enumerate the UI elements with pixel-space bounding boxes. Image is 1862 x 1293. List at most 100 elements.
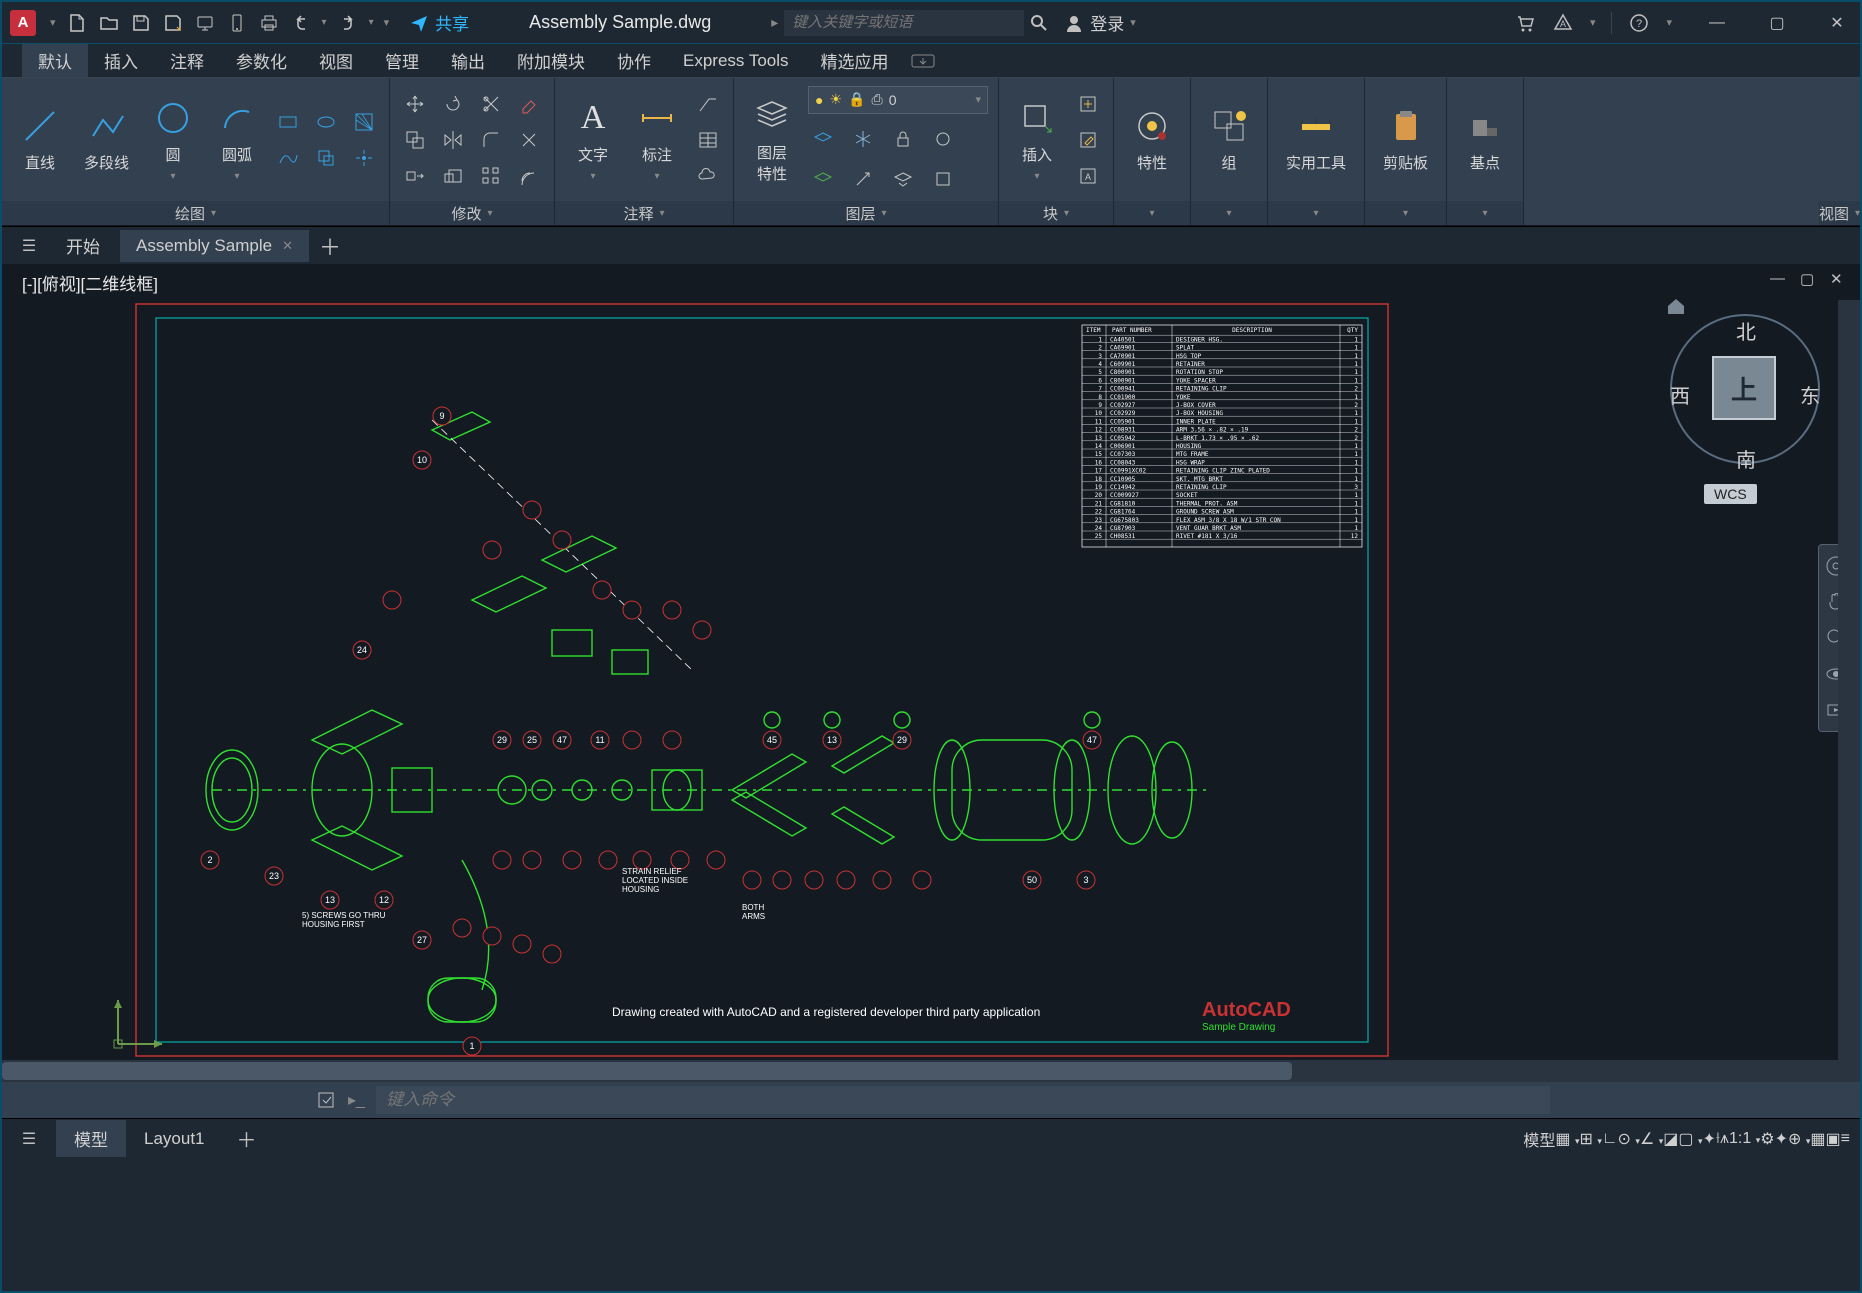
mobile-icon[interactable] — [226, 12, 248, 34]
search-icon[interactable] — [1024, 10, 1054, 36]
layer-prev-icon[interactable] — [888, 164, 918, 194]
point-icon[interactable] — [349, 143, 379, 173]
scale-icon[interactable] — [438, 161, 468, 191]
redo-icon[interactable] — [337, 12, 359, 34]
text-button[interactable]: A文字▾ — [565, 94, 621, 186]
login-button[interactable]: 登录 ▾ — [1064, 10, 1136, 35]
doc-tab-start[interactable]: 开始 — [50, 227, 116, 264]
layout-tab-layout1[interactable]: Layout1 — [126, 1123, 223, 1155]
command-customize-icon[interactable] — [312, 1086, 340, 1114]
undo-dropdown-icon[interactable]: ▾ — [322, 17, 327, 28]
layer-make-icon[interactable] — [808, 164, 838, 194]
drawing-area[interactable]: [-][俯视][二维线框] — ▢ ✕ — [2, 264, 1860, 1060]
customize-status-icon[interactable]: ≡ — [1841, 1130, 1850, 1148]
ribbon-tab-insert[interactable]: 插入 — [88, 44, 154, 77]
doc-tab-add-button[interactable]: ＋ — [313, 232, 347, 260]
snap-icon[interactable]: ⊞ ▾ — [1579, 1129, 1601, 1149]
arc-button[interactable]: 圆弧▾ — [209, 94, 265, 186]
wcs-label[interactable]: WCS — [1704, 484, 1757, 504]
ribbon-tab-default[interactable]: 默认 — [22, 44, 88, 77]
annoscale-icon[interactable]: 1:1 ▾ — [1729, 1130, 1760, 1148]
explode-icon[interactable] — [514, 125, 544, 155]
help-icon[interactable]: ? — [1628, 12, 1650, 34]
viewcube-north[interactable]: 北 — [1736, 316, 1756, 345]
layer-lock-icon[interactable] — [888, 124, 918, 154]
create-block-icon[interactable] — [1073, 89, 1103, 119]
command-input[interactable] — [376, 1086, 1550, 1114]
clipboard-button[interactable]: 剪贴板 — [1375, 102, 1436, 177]
properties-button[interactable]: 特性 — [1124, 102, 1180, 177]
appstore-dropdown-icon[interactable]: ▾ — [1590, 16, 1596, 29]
undo-icon[interactable] — [290, 12, 312, 34]
search-history-icon[interactable]: ▸ — [771, 14, 778, 31]
edit-block-icon[interactable] — [1073, 125, 1103, 155]
layer-off-icon[interactable] — [808, 124, 838, 154]
circle-button[interactable]: 圆▾ — [145, 94, 201, 186]
ribbon-tab-addins[interactable]: 附加模块 — [501, 44, 601, 77]
utilities-button[interactable]: 实用工具 — [1278, 102, 1354, 177]
qat-more-icon[interactable]: ▾ — [384, 16, 390, 29]
gear-icon[interactable]: ⚙ — [1760, 1129, 1774, 1149]
group-button[interactable]: 组 — [1201, 102, 1257, 177]
viewcube[interactable]: 上 北 南 西 东 WCS — [1660, 294, 1830, 504]
polar-icon[interactable]: ⊙ ▾ — [1618, 1129, 1640, 1149]
isoplane-icon[interactable]: ∠ ▾ — [1640, 1129, 1663, 1149]
ribbon-tab-output[interactable]: 输出 — [435, 44, 501, 77]
viewport-minimize-icon[interactable]: — — [1770, 270, 1788, 288]
stretch-icon[interactable] — [400, 161, 430, 191]
insert-block-button[interactable]: 插入▾ — [1009, 94, 1065, 186]
otrack-icon[interactable]: ▢ ▾ — [1678, 1129, 1702, 1149]
dyn-ucs-icon[interactable]: ✦ — [1702, 1129, 1715, 1149]
doc-tab-close-icon[interactable]: ✕ — [282, 238, 293, 254]
region-icon[interactable] — [311, 143, 341, 173]
qat-dropdown-icon[interactable]: ▾ — [50, 16, 56, 29]
redo-dropdown-icon[interactable]: ▾ — [369, 17, 374, 28]
vertical-scrollbar[interactable] — [1838, 300, 1860, 1060]
mirror-icon[interactable] — [438, 125, 468, 155]
layout-tab-model[interactable]: 模型 — [56, 1120, 126, 1157]
appstore-icon[interactable]: A — [1552, 12, 1574, 34]
layer-state-icon[interactable] — [928, 164, 958, 194]
app-menu-button[interactable]: A — [10, 10, 36, 36]
search-input[interactable] — [784, 10, 1024, 36]
rotate-icon[interactable] — [438, 89, 468, 119]
dimension-button[interactable]: 标注▾ — [629, 94, 685, 186]
ribbon-tab-annotate[interactable]: 注释 — [154, 44, 220, 77]
viewport-label[interactable]: [-][俯视][二维线框] — [22, 270, 158, 295]
osnap-icon[interactable]: ◪ — [1663, 1129, 1678, 1149]
viewcube-south[interactable]: 南 — [1736, 444, 1756, 473]
erase-icon[interactable] — [514, 89, 544, 119]
help-dropdown-icon[interactable]: ▾ — [1666, 16, 1672, 29]
viewcube-east[interactable]: 东 — [1800, 380, 1820, 409]
base-button[interactable]: 基点 — [1457, 102, 1513, 177]
viewport-close-icon[interactable]: ✕ — [1830, 270, 1848, 288]
status-model-button[interactable]: 模型 — [1523, 1127, 1555, 1151]
print-icon[interactable] — [258, 12, 280, 34]
units-icon[interactable]: ▦ — [1810, 1129, 1825, 1149]
maximize-button[interactable]: ▢ — [1762, 8, 1792, 38]
trim-icon[interactable] — [476, 89, 506, 119]
ribbon-tab-collaborate[interactable]: 协作 — [601, 44, 667, 77]
viewcube-top-face[interactable]: 上 — [1712, 356, 1776, 420]
leader-icon[interactable] — [693, 89, 723, 119]
layer-selector[interactable]: ● ☀ 🔒 ⎙ 0 ▾ — [808, 86, 988, 114]
ellipse-icon[interactable] — [311, 107, 341, 137]
ribbon-tab-featured[interactable]: 精选应用 — [805, 44, 905, 77]
open-icon[interactable] — [98, 12, 120, 34]
line-button[interactable]: 直线 — [12, 102, 68, 177]
doc-menu-icon[interactable]: ☰ — [12, 232, 46, 260]
edit-attr-icon[interactable]: A — [1073, 161, 1103, 191]
annomonitor-icon[interactable]: ⊕ ▾ — [1788, 1129, 1810, 1149]
workspace-icon[interactable]: ✦ — [1775, 1129, 1788, 1149]
spline-icon[interactable] — [273, 143, 303, 173]
array-icon[interactable] — [476, 161, 506, 191]
ribbon-toggle-button[interactable] — [905, 44, 941, 77]
minimize-button[interactable]: — — [1702, 8, 1732, 38]
hatch-icon[interactable] — [349, 107, 379, 137]
polyline-button[interactable]: 多段线 — [76, 102, 137, 177]
grid-icon[interactable]: ▦ ▾ — [1555, 1129, 1579, 1149]
ribbon-tab-view[interactable]: 视图 — [303, 44, 369, 77]
cart-icon[interactable] — [1514, 12, 1536, 34]
quickprops-icon[interactable]: ▣ — [1826, 1129, 1841, 1149]
ribbon-tab-parametric[interactable]: 参数化 — [220, 44, 303, 77]
